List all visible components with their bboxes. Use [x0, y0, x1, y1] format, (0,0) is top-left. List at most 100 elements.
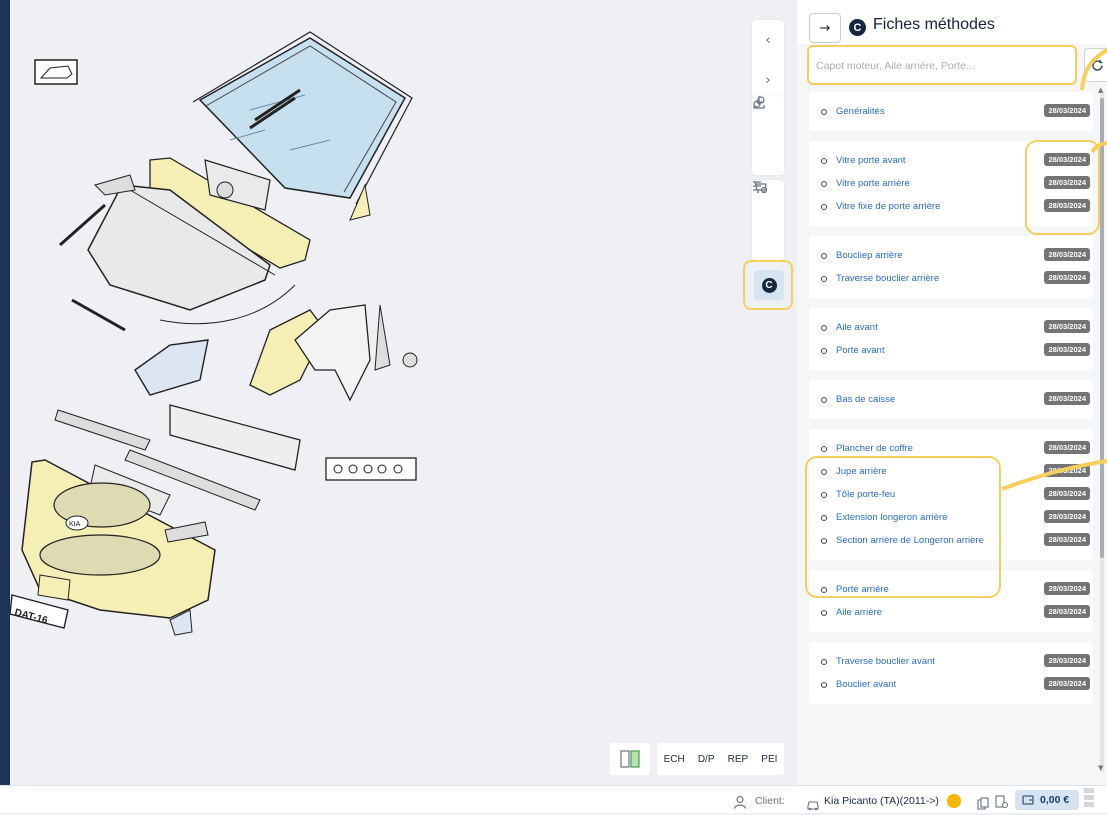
- methods-c-icon: C: [761, 277, 777, 293]
- list-item[interactable]: Bouclier avant 28/03/2024: [809, 673, 1093, 696]
- date-badge: 28/03/2024: [1044, 153, 1090, 166]
- total-amount: 0,00 €: [1040, 794, 1070, 806]
- license-plate-bracket-part[interactable]: [37, 574, 71, 601]
- list-item[interactable]: Boucliер arrière 28/03/2024: [809, 244, 1093, 267]
- panel-back-button[interactable]: →: [809, 13, 841, 43]
- method-link[interactable]: Bas de caisse: [836, 394, 895, 405]
- method-link[interactable]: Traverse bouclier arrière: [836, 273, 939, 284]
- fender-bracket-part[interactable]: [374, 304, 391, 371]
- list-item[interactable]: Vitre fixe de porte arrière 28/03/2024: [809, 195, 1093, 218]
- bullet-icon: [821, 324, 827, 331]
- list-item[interactable]: Section arrière de Longeron arrière 28/03…: [809, 529, 1093, 552]
- tools-toolbar: [752, 95, 784, 175]
- side-marker-part[interactable]: [402, 352, 418, 368]
- bumper-bracket-part[interactable]: [164, 521, 209, 543]
- bullet-icon: [821, 491, 827, 498]
- method-link[interactable]: Aile avant: [836, 322, 878, 333]
- bullet-icon: [821, 681, 827, 688]
- exploded-parts-diagram[interactable]: KIA DAT-16: [10, 10, 750, 785]
- method-link[interactable]: Vitre fixe de porte arrière: [836, 201, 940, 212]
- search-input[interactable]: [814, 54, 1068, 78]
- seal-strip-part[interactable]: [71, 298, 126, 332]
- list-item[interactable]: Extension longeron arrière 28/03/2024: [809, 506, 1093, 529]
- method-link[interactable]: Tôle porte-feu: [836, 489, 895, 500]
- date-badge: 28/03/2024: [1044, 176, 1090, 189]
- bullet-icon: [821, 108, 827, 115]
- date-badge: 28/03/2024: [1044, 248, 1090, 261]
- methods-group: Porte arrière 28/03/2024 Aile arrière 28/03…: [809, 570, 1093, 632]
- methods-group: Traverse bouclier avant 28/03/2024 Bouclie…: [809, 642, 1093, 704]
- methods-group: Boucliер arrière 28/03/2024 Traverse boucl…: [809, 236, 1093, 298]
- methods-group: Vitre porte avant 28/03/2024 Vitre porte a…: [809, 141, 1093, 226]
- copy-icon[interactable]: [977, 795, 990, 814]
- date-badge: 28/03/2024: [1044, 441, 1090, 454]
- tab-dp[interactable]: D/P: [698, 754, 715, 765]
- annotation-arrow-search: [1080, 48, 1107, 91]
- nav-toolbar: ‹ ›: [752, 20, 784, 100]
- arrow-right-icon: →: [819, 20, 831, 36]
- vehicle-view-button[interactable]: [610, 743, 650, 775]
- method-link[interactable]: Porte arrière: [836, 584, 889, 595]
- date-badge: 28/03/2024: [1044, 104, 1090, 117]
- front-crossmember-part[interactable]: [169, 404, 301, 471]
- client-label: Client:: [755, 795, 785, 807]
- hood-thumbnail-icon[interactable]: [34, 59, 78, 85]
- list-item[interactable]: Aile arrière 28/03/2024: [809, 601, 1093, 624]
- method-link[interactable]: Extension longeron arrière: [836, 512, 947, 523]
- date-badge: 28/03/2024: [1044, 533, 1090, 546]
- method-link[interactable]: Jupe arrière: [836, 466, 887, 477]
- date-badge: 28/03/2024: [1044, 654, 1090, 667]
- tab-ech[interactable]: ECH: [664, 754, 685, 765]
- total-amount-button[interactable]: 0,00 €: [1015, 790, 1079, 810]
- date-badge: 28/03/2024: [1044, 320, 1090, 333]
- grip-handle-icon[interactable]: [1084, 788, 1094, 810]
- list-item[interactable]: Traverse bouclier avant 28/03/2024: [809, 650, 1093, 673]
- license-plate-part[interactable]: DAT-16: [10, 594, 69, 629]
- method-link[interactable]: Porte avant: [836, 345, 885, 356]
- vehicle-name[interactable]: Kia Picanto (TA)(2011->): [824, 795, 939, 807]
- tab-rep[interactable]: REP: [728, 754, 749, 765]
- headlamp-part[interactable]: [134, 339, 209, 396]
- tab-pei[interactable]: PEI: [761, 754, 777, 765]
- wallet-icon: [1022, 795, 1034, 805]
- status-bar: [0, 785, 1107, 813]
- status-dot-icon: [947, 794, 961, 808]
- method-link[interactable]: Bouclier avant: [836, 679, 896, 690]
- grille-logo-text: KIA: [69, 521, 81, 528]
- method-link[interactable]: Boucliер arrière: [836, 250, 903, 261]
- method-link[interactable]: Vitre porte arrière: [836, 178, 910, 189]
- fasteners-box[interactable]: [325, 457, 417, 481]
- method-link[interactable]: Traverse bouclier avant: [836, 656, 935, 667]
- cart-icon[interactable]: [752, 181, 784, 260]
- list-item[interactable]: Aile avant 28/03/2024: [809, 316, 1093, 339]
- list-item[interactable]: Traverse bouclier arrière 28/03/2024: [809, 267, 1093, 290]
- parts-diagram-canvas[interactable]: KIA DAT-16 ‹ ›: [10, 10, 796, 785]
- date-badge: 28/03/2024: [1044, 510, 1090, 523]
- download-icon[interactable]: [752, 96, 784, 175]
- bullet-icon: [821, 586, 827, 593]
- bumper-reinforcement-part[interactable]: [54, 409, 151, 451]
- scroll-down-icon[interactable]: ▼: [1098, 764, 1103, 772]
- bullet-icon: [821, 609, 827, 616]
- list-item[interactable]: Généralités 28/03/2024: [809, 100, 1093, 123]
- category-tabs: ECH D/P REP PEI: [657, 743, 784, 775]
- method-link[interactable]: Généralités: [836, 106, 885, 117]
- methods-sheets-button[interactable]: C: [754, 270, 784, 300]
- list-item[interactable]: Vitre porte arrière 28/03/2024: [809, 172, 1093, 195]
- method-link[interactable]: Vitre porte avant: [836, 155, 906, 166]
- bullet-icon: [821, 203, 827, 210]
- chevron-right-icon[interactable]: ›: [752, 60, 784, 100]
- document-settings-icon[interactable]: [995, 794, 1009, 813]
- date-badge: 28/03/2024: [1044, 199, 1090, 212]
- bullet-icon: [821, 396, 827, 403]
- bullet-icon: [821, 252, 827, 259]
- method-link[interactable]: Section arrière de Longeron arrière: [836, 535, 984, 546]
- list-item[interactable]: Porte avant 28/03/2024: [809, 339, 1093, 362]
- chevron-left-icon[interactable]: ‹: [752, 20, 784, 60]
- list-item[interactable]: Porte arrière 28/03/2024: [809, 578, 1093, 601]
- list-item[interactable]: Vitre porte avant 28/03/2024: [809, 149, 1093, 172]
- methods-c-icon: C: [849, 19, 866, 36]
- method-link[interactable]: Aile arrière: [836, 607, 882, 618]
- list-item[interactable]: Bas de caisse 28/03/2024: [809, 388, 1093, 411]
- method-link[interactable]: Plancher de coffre: [836, 443, 913, 454]
